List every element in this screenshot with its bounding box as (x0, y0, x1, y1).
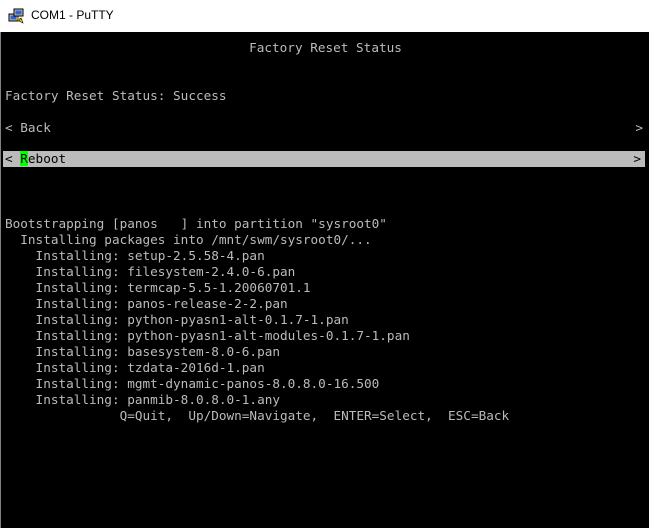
menu-item-back-label: < Back (5, 120, 51, 135)
putty-computers-icon (8, 8, 24, 24)
reboot-left-bracket: < (5, 151, 21, 166)
reboot-hotkey-cursor: R (20, 151, 28, 166)
menu-item-reboot[interactable]: < Reboot > (3, 151, 645, 167)
log-line: Installing: mgmt-dynamic-panos-8.0.8.0-1… (5, 376, 380, 391)
log-line: Installing: basesystem-8.0-6.pan (5, 344, 280, 359)
window-title: COM1 - PuTTY (31, 8, 114, 22)
log-line: Installing packages into /mnt/swm/sysroo… (5, 232, 372, 247)
status-line: Factory Reset Status: Success (5, 88, 227, 103)
help-line: Q=Quit, Up/Down=Navigate, ENTER=Select, … (5, 408, 510, 423)
log-line: Installing: python-pyasn1-alt-0.1.7-1.pa… (5, 312, 349, 327)
log-line: Installing: panos-release-2-2.pan (5, 296, 288, 311)
reboot-label-rest: eboot (27, 151, 67, 166)
title-bar[interactable]: COM1 - PuTTY (0, 0, 649, 32)
menu-item-reboot-label: < Reboot (5, 151, 66, 167)
log-line: Installing: setup-2.5.58-4.pan (5, 248, 265, 263)
putty-window: COM1 - PuTTY Factory Reset Status Factor… (0, 0, 649, 528)
menu-item-reboot-arrow: > (633, 151, 641, 166)
menu-item-back-arrow: > (635, 120, 643, 135)
log-line: Bootstrapping [panos ] into partition "s… (5, 216, 387, 231)
log-line: Installing: termcap-5.5-1.20060701.1 (5, 280, 311, 295)
log-line: Installing: panmib-8.0.8.0-1.any (5, 392, 280, 407)
log-line: Installing: python-pyasn1-alt-modules-0.… (5, 328, 410, 343)
terminal-area[interactable]: Factory Reset Status Factory Reset Statu… (0, 32, 649, 528)
log-line: Installing: tzdata-2016d-1.pan (5, 360, 265, 375)
log-line: Installing: filesystem-2.4.0-6.pan (5, 264, 296, 279)
screen-header: Factory Reset Status (249, 40, 402, 55)
